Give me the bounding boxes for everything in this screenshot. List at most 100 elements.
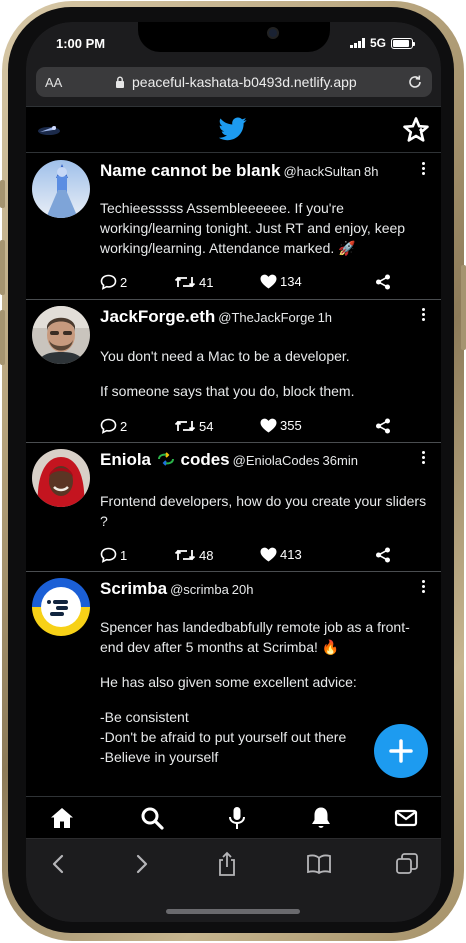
- tweet-card[interactable]: Eniola codes @EniolaCodes 36min Frontend d…: [26, 443, 441, 572]
- author-name[interactable]: Eniola codes: [100, 450, 230, 469]
- share-icon: [376, 418, 390, 434]
- author-name[interactable]: JackForge.eth: [100, 307, 215, 326]
- bottom-navigation: [26, 796, 441, 838]
- compose-tweet-button[interactable]: [374, 724, 428, 778]
- forward-icon[interactable]: [128, 851, 154, 877]
- search-icon[interactable]: [139, 805, 165, 831]
- author-name-second: codes: [180, 450, 230, 469]
- tweet-header: Scrimba @scrimba 20h: [100, 579, 254, 599]
- bell-icon[interactable]: [308, 805, 334, 831]
- like-button[interactable]: 355: [260, 418, 302, 433]
- retweet-count: 54: [199, 418, 214, 434]
- status-time: 1:00 PM: [56, 36, 106, 51]
- tabs-icon[interactable]: [394, 851, 420, 877]
- reply-icon: [100, 547, 117, 563]
- status-bar: 1:00 PM 5G: [26, 22, 441, 66]
- tweet-header: JackForge.eth @TheJackForge 1h: [100, 307, 332, 327]
- reply-button[interactable]: 2: [100, 274, 127, 290]
- tweet-card[interactable]: Name cannot be blank @hackSultan 8h Techie…: [26, 154, 441, 300]
- more-options-icon[interactable]: [420, 580, 426, 596]
- share-button[interactable]: [375, 418, 391, 434]
- volume-up-button: [0, 240, 5, 295]
- author-handle[interactable]: @TheJackForge: [218, 310, 314, 325]
- tweet-header: Eniola codes @EniolaCodes 36min: [100, 450, 358, 470]
- tweet-paragraph: He has also given some excellent advice:: [100, 674, 357, 690]
- more-options-icon[interactable]: [420, 162, 426, 178]
- avatar-image-scrimba: [32, 578, 90, 636]
- author-handle[interactable]: @hackSultan: [283, 164, 361, 179]
- heart-icon: [260, 274, 277, 289]
- like-button[interactable]: 134: [260, 274, 302, 289]
- reply-icon: [100, 418, 117, 434]
- tweet-paragraph: Techieesssss Assembleeeeee. If you're wo…: [100, 200, 406, 256]
- microphone-icon[interactable]: [224, 805, 250, 831]
- reply-count: 1: [120, 547, 128, 563]
- retweet-count: 41: [199, 274, 214, 290]
- home-icon[interactable]: [49, 805, 75, 831]
- front-camera: [267, 27, 279, 39]
- profile-avatar-icon[interactable]: [36, 121, 62, 139]
- twitter-app: Name cannot be blank @hackSultan 8h Techie…: [26, 106, 441, 838]
- retweet-count: 48: [199, 547, 214, 563]
- more-options-icon[interactable]: [420, 451, 426, 467]
- phone-screen: 1:00 PM 5G AA peaceful-kashata-b0493d.ne…: [26, 22, 441, 922]
- tweet-text: You don't need a Mac to be a developer. …: [100, 346, 431, 416]
- tweet-card[interactable]: JackForge.eth @TheJackForge 1h You don't n…: [26, 300, 441, 443]
- mail-icon[interactable]: [393, 805, 419, 831]
- share-icon: [376, 274, 390, 290]
- sparkle-star-icon[interactable]: [402, 116, 430, 144]
- reply-count: 2: [120, 418, 128, 434]
- bookmarks-icon[interactable]: [306, 851, 332, 877]
- avatar[interactable]: [32, 449, 90, 507]
- author-name-first: Eniola: [100, 450, 152, 469]
- retweet-button[interactable]: 48: [174, 547, 213, 563]
- tweet-paragraph: If someone says that you do, block them.: [100, 383, 355, 399]
- share-icon: [376, 547, 390, 563]
- author-name[interactable]: Scrimba: [100, 579, 167, 598]
- retweet-button[interactable]: 54: [174, 418, 213, 434]
- app-header: [26, 106, 441, 153]
- avatar[interactable]: [32, 578, 90, 636]
- url-text[interactable]: peaceful-kashata-b0493d.netlify.app: [132, 74, 357, 90]
- plus-icon: [389, 739, 413, 763]
- battery-icon: [391, 37, 415, 49]
- power-button: [461, 265, 466, 350]
- reply-button[interactable]: 2: [100, 418, 127, 434]
- author-name[interactable]: Name cannot be blank: [100, 161, 280, 180]
- avatar-image-eniolacodes: [32, 449, 90, 507]
- status-indicators: 5G: [349, 36, 415, 50]
- tweet-header: Name cannot be blank @hackSultan 8h: [100, 161, 378, 181]
- address-bar[interactable]: AA peaceful-kashata-b0493d.netlify.app: [36, 67, 432, 97]
- network-label: 5G: [369, 36, 386, 50]
- author-handle[interactable]: @scrimba: [170, 582, 229, 597]
- silent-switch: [0, 180, 5, 208]
- avatar[interactable]: [32, 160, 90, 218]
- home-indicator: [166, 909, 300, 914]
- retweet-icon: [174, 420, 196, 432]
- reload-icon[interactable]: [406, 73, 424, 91]
- avatar[interactable]: [32, 306, 90, 364]
- tweet-timestamp: 20h: [231, 582, 254, 597]
- like-count: 413: [280, 547, 302, 562]
- like-button[interactable]: 413: [260, 547, 302, 562]
- tweet-paragraph: Frontend developers, how do you create y…: [100, 493, 427, 529]
- retweet-icon: [174, 549, 196, 561]
- browser-toolbar: [26, 838, 441, 922]
- share-button[interactable]: [375, 547, 391, 563]
- text-size-button[interactable]: AA: [45, 75, 62, 90]
- volume-down-button: [0, 310, 5, 365]
- retweet-icon: [174, 276, 196, 288]
- tweet-actions: 2 54 355: [100, 418, 420, 436]
- reply-button[interactable]: 1: [100, 547, 127, 563]
- notch: [138, 22, 330, 52]
- author-handle[interactable]: @EniolaCodes: [233, 453, 320, 468]
- reply-count: 2: [120, 274, 128, 290]
- more-options-icon[interactable]: [420, 308, 426, 324]
- share-sheet-icon[interactable]: [214, 851, 240, 877]
- like-count: 355: [280, 418, 302, 433]
- share-button[interactable]: [375, 274, 391, 290]
- back-icon[interactable]: [46, 851, 72, 877]
- retweet-button[interactable]: 41: [174, 274, 213, 290]
- signal-icon: [349, 38, 365, 48]
- twitter-bird-icon[interactable]: [219, 117, 247, 141]
